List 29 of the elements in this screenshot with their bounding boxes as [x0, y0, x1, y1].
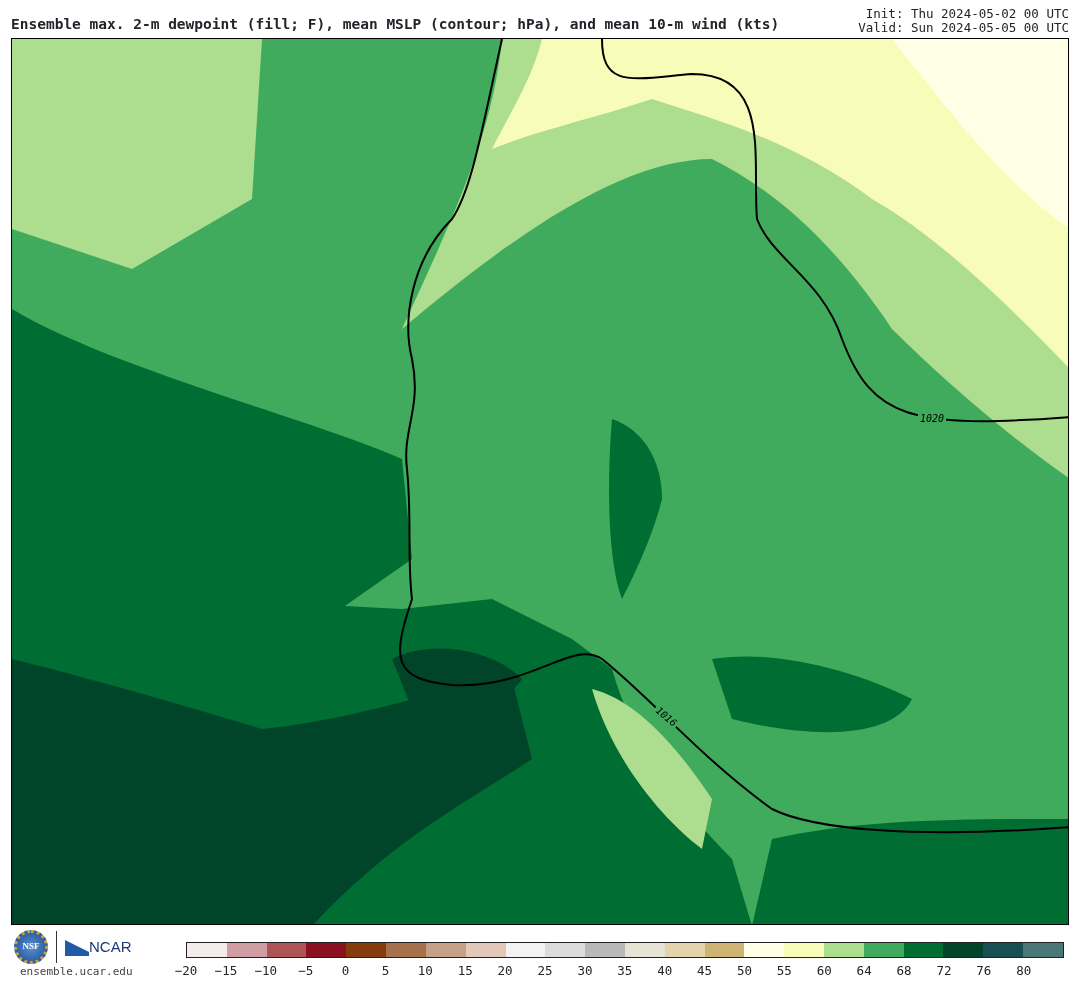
tick-label: 50 — [735, 962, 753, 980]
tick-label: 35 — [616, 962, 634, 980]
tick-label: −20 — [173, 962, 199, 980]
tick-label: −10 — [253, 962, 279, 980]
tick-label: 68 — [895, 962, 913, 980]
tick-label: 55 — [775, 962, 793, 980]
logo-badge: NCAR — [65, 935, 132, 959]
tick-label: 0 — [340, 962, 351, 980]
tick-label: 20 — [496, 962, 514, 980]
logo-badge: NSF — [14, 930, 48, 964]
tick-label: 72 — [935, 962, 953, 980]
tick-label: 45 — [696, 962, 714, 980]
init-time: Init: Thu 2024-05-02 00 UTC — [864, 7, 1069, 21]
site-url: ensemble.ucar.edu — [20, 964, 134, 980]
valid-time: Valid: Sun 2024-05-05 00 UTC — [858, 21, 1069, 35]
tick-label: 76 — [975, 962, 993, 980]
tick-label: 25 — [536, 962, 554, 980]
chart-title: Ensemble max. 2-m dewpoint (fill; F), mean MSLP (contour; hPa), and mean 10-m wind (kts) — [11, 16, 780, 32]
tick-label: 5 — [380, 962, 391, 980]
tick-label: 80 — [1015, 962, 1033, 980]
tick-label: −5 — [297, 962, 315, 980]
tick-label: 64 — [855, 962, 873, 980]
tick-label: 30 — [576, 962, 594, 980]
tick-label: 40 — [656, 962, 674, 980]
tick-label: 15 — [456, 962, 474, 980]
tick-label: −15 — [213, 962, 239, 980]
tick-label: 60 — [815, 962, 833, 980]
contour-label: 1020 — [918, 413, 947, 425]
tick-label: 10 — [416, 962, 434, 980]
